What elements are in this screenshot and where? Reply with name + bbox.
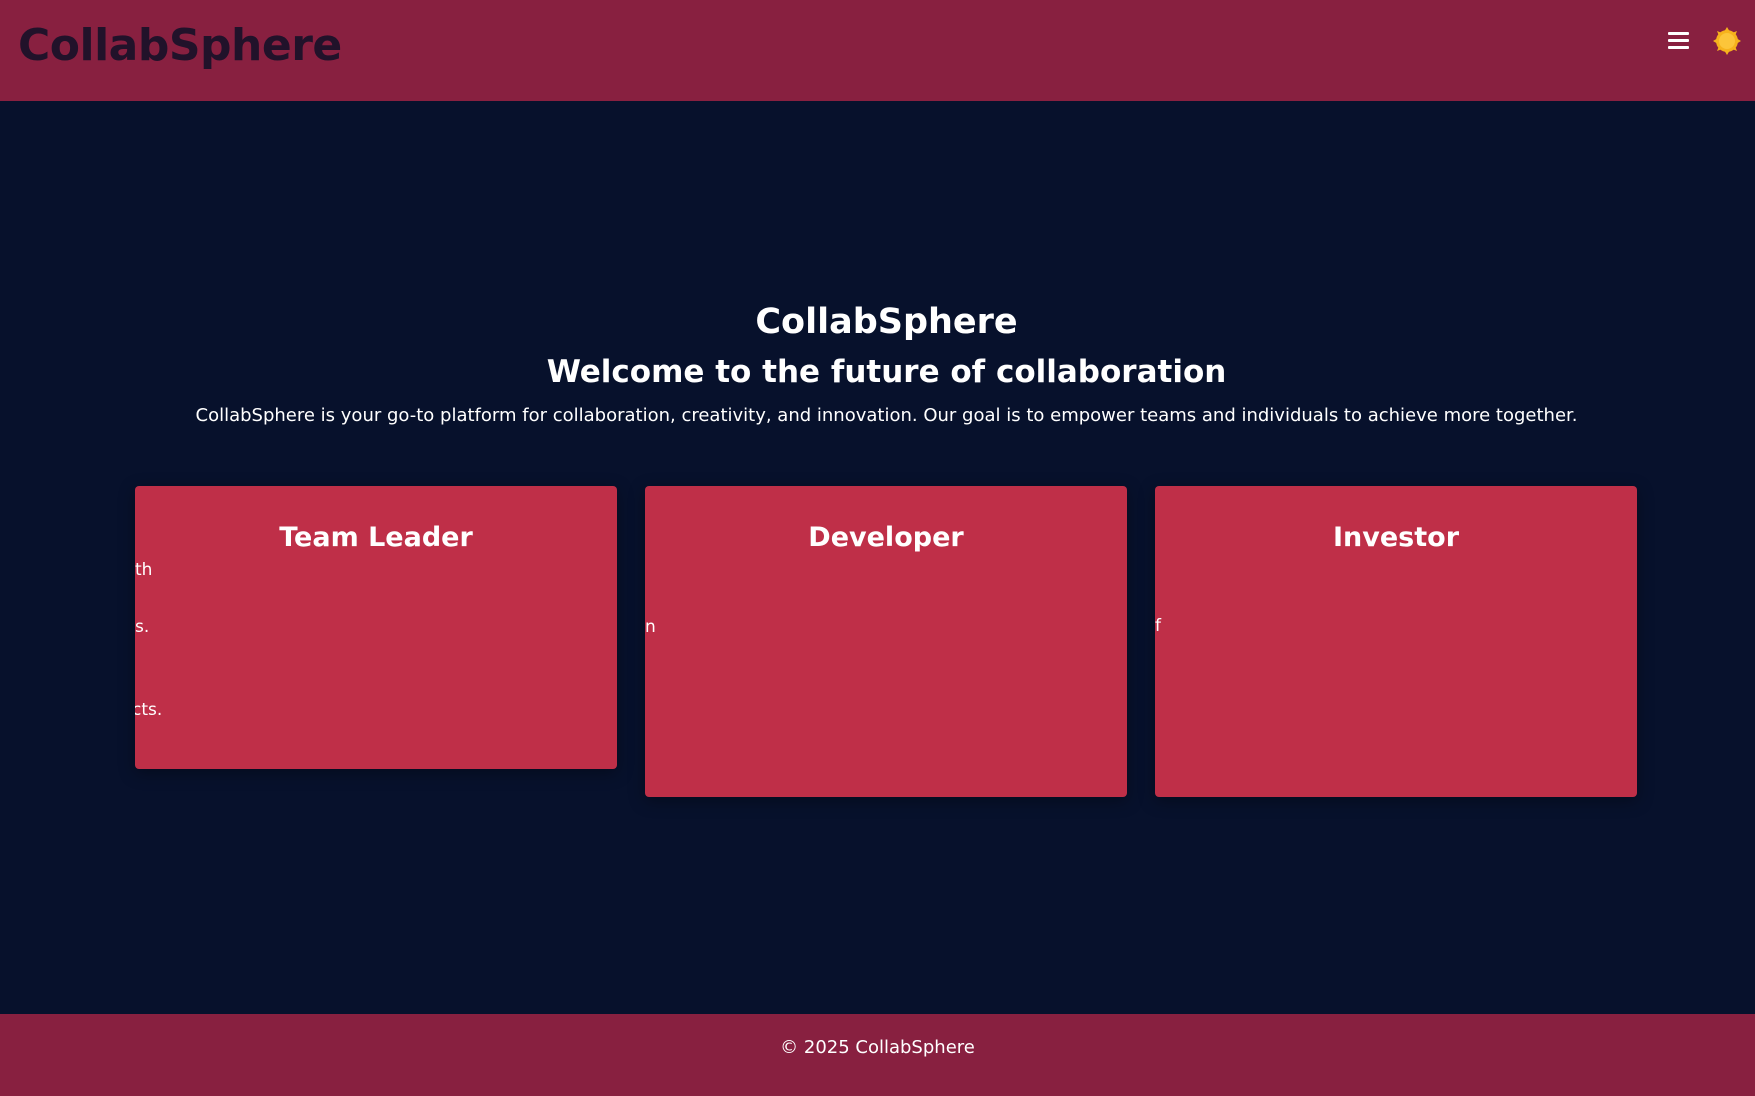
card-title: Developer	[808, 522, 964, 553]
card-text-fragment: th	[135, 560, 153, 580]
sun-icon[interactable]	[1712, 26, 1742, 56]
hero-description: CollabSphere is your go-to platform for …	[195, 405, 1578, 426]
card-text-fragment: s.	[135, 617, 150, 637]
page-footer: © 2025 CollabSphere	[0, 1014, 1755, 1096]
card-text-fragment: n	[645, 617, 656, 637]
card-investor[interactable]: Investor f	[1155, 486, 1637, 797]
card-title: Team Leader	[279, 522, 473, 553]
site-logo[interactable]: CollabSphere	[18, 20, 342, 71]
card-title: Investor	[1332, 522, 1460, 553]
hamburger-menu-icon[interactable]	[1665, 26, 1693, 54]
card-text-fragment: f	[1155, 616, 1161, 636]
card-team-leader[interactable]: Team Leader th s. cts.	[135, 486, 617, 769]
hero-subtitle: Welcome to the future of collaboration	[546, 354, 1227, 390]
hero-title: CollabSphere	[755, 302, 1018, 342]
footer-copyright: © 2025 CollabSphere	[780, 1037, 975, 1058]
card-developer[interactable]: Developer n	[645, 486, 1127, 797]
top-header: CollabSphere	[0, 0, 1755, 101]
card-text-fragment: cts.	[135, 700, 163, 720]
